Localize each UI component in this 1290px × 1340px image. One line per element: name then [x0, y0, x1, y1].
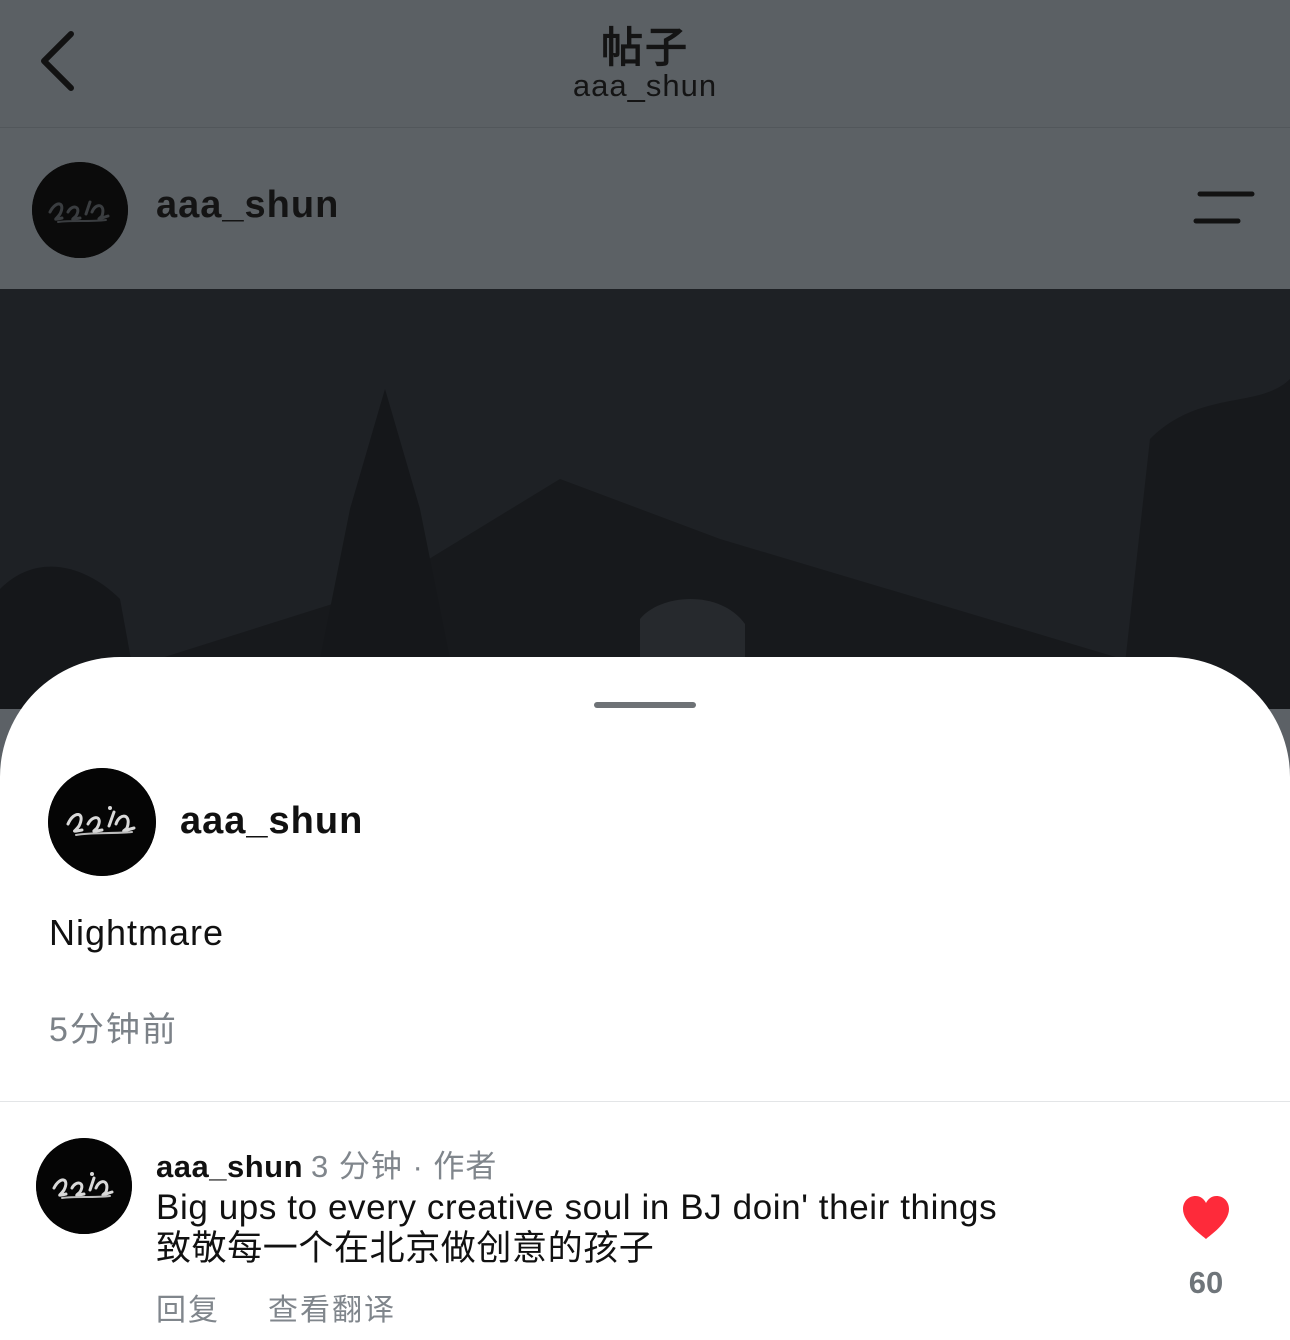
avatar-logo-icon [48, 768, 156, 876]
comment-actions: 回复 查看翻译 [156, 1285, 396, 1329]
menu-icon [1193, 191, 1255, 224]
author-username[interactable]: aaa_shun [180, 800, 363, 843]
avatar-logo-icon [36, 1138, 132, 1234]
sheet-grabber[interactable] [594, 702, 696, 708]
post-detail-screen: 帖子 aaa_shun aaa_shun aaa_shun Nightmare … [0, 0, 1290, 1340]
page-subtitle: aaa_shun [572, 68, 718, 103]
photo-scene [0, 289, 1290, 709]
post-timestamp: 5分钟前 [49, 1011, 178, 1049]
like-count: 60 [1188, 1265, 1224, 1300]
post-header: aaa_shun [0, 128, 1290, 289]
post-username[interactable]: aaa_shun [156, 184, 339, 227]
comments-sheet: aaa_shun Nightmare 5分钟前 aaa_shun 3 分钟 · 作… [0, 657, 1290, 1340]
top-nav-bar: 帖子 aaa_shun [0, 0, 1290, 128]
like-button[interactable] [1181, 1195, 1231, 1241]
menu-button[interactable] [1190, 190, 1256, 226]
comment-username[interactable]: aaa_shun [156, 1149, 303, 1184]
post-photo[interactable] [0, 289, 1290, 709]
divider [0, 1101, 1290, 1102]
heart-icon [1183, 1196, 1229, 1239]
post-caption: Nightmare [49, 912, 225, 953]
comment-text-line: Big ups to every creative soul in BJ doi… [156, 1188, 998, 1227]
author-avatar[interactable] [48, 768, 156, 876]
avatar-logo-icon [32, 162, 128, 258]
comment-avatar[interactable] [36, 1138, 132, 1234]
comment-text: Big ups to every creative soul in BJ doi… [156, 1187, 1146, 1269]
comment-text-line: 致敬每一个在北京做创意的孩子 [156, 1229, 655, 1268]
reply-button[interactable]: 回复 [156, 1294, 220, 1327]
view-translation-button[interactable]: 查看翻译 [268, 1294, 396, 1327]
page-title: 帖子 [600, 24, 689, 71]
comment-meta: 3 分钟 · 作者 [311, 1149, 498, 1184]
avatar[interactable] [32, 162, 128, 258]
comment-header: aaa_shun 3 分钟 · 作者 [156, 1141, 497, 1186]
